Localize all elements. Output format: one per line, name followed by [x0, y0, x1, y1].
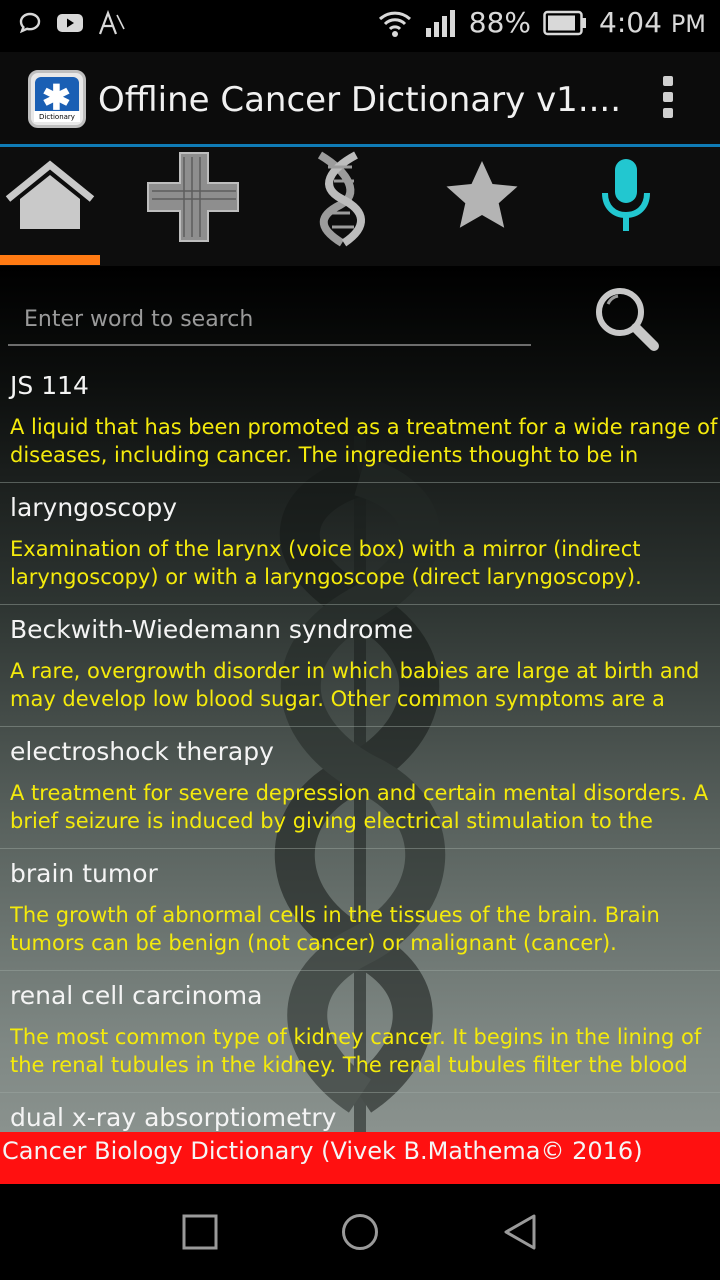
entry-term: electroshock therapy — [10, 737, 274, 766]
app-logo: Dictionary — [28, 70, 86, 128]
tab-favorites[interactable] — [432, 147, 532, 265]
dictionary-list: JS 114 A liquid that has been promoted a… — [0, 361, 720, 1132]
entry-definition: The most common type of kidney cancer. I… — [10, 1025, 702, 1077]
dna-icon — [317, 151, 365, 247]
tab-voice[interactable] — [576, 147, 676, 265]
tab-home[interactable] — [0, 147, 100, 265]
search-icon[interactable] — [592, 284, 662, 354]
microphone-icon — [602, 159, 650, 231]
battery-icon — [543, 10, 587, 35]
app-title: Offline Cancer Dictionary v1.... — [98, 80, 622, 120]
system-nav-bar — [0, 1184, 720, 1280]
overflow-dot-icon — [663, 76, 673, 86]
content-area: JS 114 A liquid that has been promoted a… — [0, 266, 720, 1132]
entry-definition: Examination of the larynx (voice box) wi… — [10, 537, 642, 589]
list-item[interactable]: brain tumor The growth of abnormal cells… — [0, 849, 720, 971]
entry-term: Beckwith-Wiedemann syndrome — [10, 615, 414, 644]
back-icon[interactable] — [500, 1212, 540, 1252]
tab-dna[interactable] — [290, 147, 390, 265]
medical-cross-icon — [147, 152, 239, 242]
search-row — [0, 266, 720, 361]
list-item[interactable]: JS 114 A liquid that has been promoted a… — [0, 361, 720, 483]
entry-term: brain tumor — [10, 859, 158, 888]
recent-apps-icon[interactable] — [180, 1212, 220, 1252]
wifi-icon — [378, 11, 411, 37]
entry-definition: A rare, overgrowth disorder in which bab… — [10, 659, 700, 711]
footer-text: Cancer Biology Dictionary (Vivek B.Mathe… — [2, 1137, 643, 1165]
home-nav-icon[interactable] — [340, 1212, 380, 1252]
list-item[interactable]: dual x-ray absorptiometry — [0, 1093, 720, 1132]
entry-term: renal cell carcinoma — [10, 981, 263, 1010]
battery-percentage: 88% — [468, 6, 532, 39]
list-item[interactable]: electroshock therapy A treatment for sev… — [0, 727, 720, 849]
footer-banner: Cancer Biology Dictionary (Vivek B.Mathe… — [0, 1132, 720, 1184]
overflow-dot-icon — [663, 108, 673, 118]
chat-notification-icon — [19, 12, 41, 34]
entry-term: dual x-ray absorptiometry — [10, 1103, 337, 1132]
youtube-icon — [57, 14, 83, 32]
entry-definition: A liquid that has been promoted as a tre… — [10, 415, 718, 467]
status-bar: 88% 4:04 PM — [0, 0, 720, 52]
signal-icon — [425, 9, 455, 37]
tab-bar — [0, 144, 720, 266]
entry-definition: The growth of abnormal cells in the tiss… — [10, 903, 660, 955]
clock-time: 4:04 — [599, 6, 662, 39]
star-icon — [446, 161, 518, 228]
app-logo-caption: Dictionary — [39, 113, 75, 121]
entry-term: JS 114 — [10, 371, 89, 400]
app-bar: Dictionary Offline Cancer Dictionary v1.… — [0, 52, 720, 144]
entry-definition: A treatment for severe depression and ce… — [10, 781, 709, 833]
tab-medical[interactable] — [144, 147, 244, 265]
overflow-dot-icon — [663, 92, 673, 102]
entry-term: laryngoscopy — [10, 493, 178, 522]
overflow-menu-button[interactable] — [660, 76, 676, 122]
list-item[interactable]: laryngoscopy Examination of the larynx (… — [0, 483, 720, 605]
clock-ampm: PM — [670, 10, 706, 38]
list-item[interactable]: renal cell carcinoma The most common typ… — [0, 971, 720, 1093]
tab-selected-indicator — [0, 255, 100, 265]
font-size-icon — [98, 10, 125, 35]
clock: 4:04 PM — [599, 6, 706, 39]
list-item[interactable]: Beckwith-Wiedemann syndrome A rare, over… — [0, 605, 720, 727]
home-icon — [5, 160, 95, 229]
search-input[interactable] — [8, 294, 531, 346]
